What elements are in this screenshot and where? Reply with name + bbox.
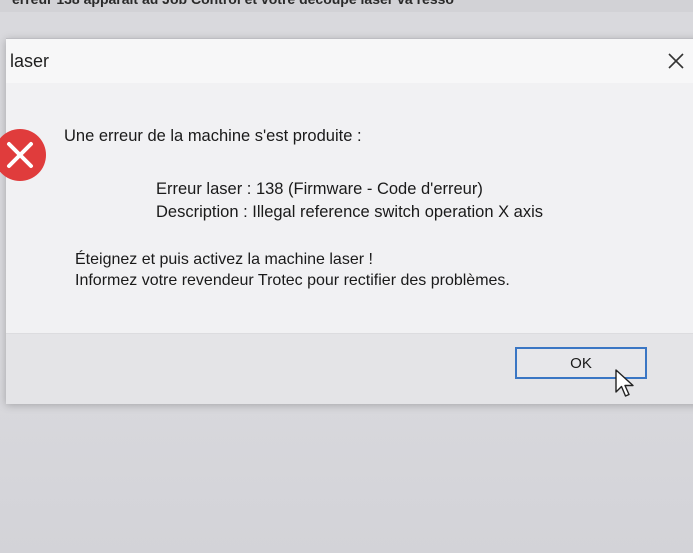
error-description-line: Description : Illegal reference switch o… <box>156 203 544 221</box>
dialog-footer: OK <box>6 333 693 404</box>
mouse-pointer-icon <box>615 369 634 397</box>
close-icon <box>668 53 684 69</box>
background-text: erreur 138 apparaît au Job Control et vo… <box>0 0 693 11</box>
close-button[interactable] <box>662 47 690 75</box>
error-code-line: Erreur laser : 138 (Firmware - Code d'er… <box>156 180 483 198</box>
title-bar: laser <box>6 39 693 83</box>
dialog-title: laser <box>10 51 50 71</box>
instruction-contact-dealer: Informez votre revendeur Trotec pour rec… <box>75 272 510 289</box>
error-icon <box>0 129 46 181</box>
error-heading: Une erreur de la machine s'est produite … <box>64 127 362 145</box>
instruction-restart: Éteignez et puis activez la machine lase… <box>75 251 373 268</box>
error-dialog: laser Une erreur de la machine s'est pro… <box>0 38 693 404</box>
